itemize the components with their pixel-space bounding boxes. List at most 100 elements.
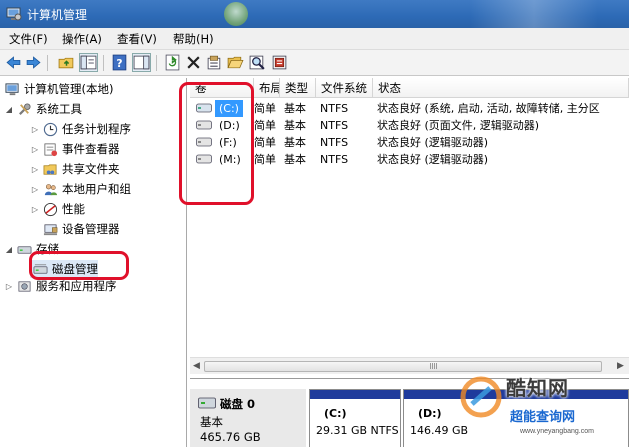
- tools-icon: [16, 101, 32, 117]
- column-header-status[interactable]: 状态: [373, 78, 629, 98]
- expand-icon[interactable]: ▷: [30, 205, 40, 214]
- partition-band: [310, 390, 400, 399]
- tree-item-performance[interactable]: ▷ 性能: [30, 200, 85, 218]
- disk-icon: [198, 397, 216, 409]
- volume-row[interactable]: (D:) 简单 基本 NTFS 状态良好 (页面文件, 逻辑驱动器): [190, 117, 629, 134]
- volume-status: 状态良好 (系统, 启动, 活动, 故障转储, 主分区: [377, 102, 600, 115]
- expand-icon[interactable]: ▷: [30, 185, 40, 194]
- partition-c[interactable]: (C:) 29.31 GB NTFS: [309, 389, 401, 447]
- expand-icon[interactable]: ▷: [30, 125, 40, 134]
- tree-item-label: 本地用户和组: [62, 182, 131, 196]
- show-hide-action-icon[interactable]: [132, 53, 151, 72]
- help-icon[interactable]: ?: [110, 53, 129, 72]
- device-manager-icon: [42, 221, 58, 237]
- menu-file[interactable]: 文件(F): [9, 31, 48, 47]
- volume-column-highlight: [179, 82, 254, 205]
- collapse-icon[interactable]: ◢: [4, 245, 14, 254]
- up-folder-icon[interactable]: [57, 53, 76, 72]
- volume-row[interactable]: (C:) 简单 基本 NTFS 状态良好 (系统, 启动, 活动, 故障转储, …: [190, 100, 629, 117]
- menu-action[interactable]: 操作(A): [62, 31, 102, 47]
- show-hide-tree-icon[interactable]: [79, 53, 98, 72]
- toolbar-separator: [156, 55, 157, 71]
- disk-name: 磁盘 0: [220, 397, 256, 411]
- tree-item-task-scheduler[interactable]: ▷ 任务计划程序: [30, 120, 131, 138]
- volume-status: 状态良好 (逻辑驱动器): [377, 153, 489, 166]
- expand-icon[interactable]: ▷: [30, 165, 40, 174]
- tree-item-shared-folders[interactable]: ▷ 共享文件夹: [30, 160, 120, 178]
- watermark-url: www.yneyangbang.com: [520, 428, 594, 435]
- delete-icon[interactable]: [184, 53, 203, 72]
- volume-layout: 简单: [254, 136, 276, 149]
- window-title: 计算机管理: [27, 8, 88, 22]
- volume-row[interactable]: (F:) 简单 基本 NTFS 状态良好 (逻辑驱动器): [190, 134, 629, 151]
- volume-type: 基本: [284, 119, 306, 132]
- svg-text:?: ?: [116, 57, 122, 70]
- open-folder-icon[interactable]: [226, 53, 245, 72]
- computer-management-icon: [4, 81, 20, 97]
- tree-item-label: 事件查看器: [62, 142, 120, 156]
- expand-icon[interactable]: ▷: [30, 145, 40, 154]
- expand-icon[interactable]: ▷: [4, 282, 14, 291]
- tree-item-system-tools[interactable]: ◢ 系统工具: [4, 100, 82, 118]
- disk-management-highlight: [29, 251, 129, 280]
- watermark-text-secondary: 超能查询网: [510, 410, 576, 425]
- tree-item-label: 任务计划程序: [62, 122, 131, 136]
- column-header-type[interactable]: 类型: [280, 78, 316, 98]
- toolbar-separator: [47, 55, 48, 71]
- volume-status: 状态良好 (页面文件, 逻辑驱动器): [377, 119, 540, 132]
- refresh-icon[interactable]: [163, 53, 182, 72]
- volume-layout: 简单: [254, 119, 276, 132]
- title-bar-glow: [470, 0, 629, 28]
- back-arrow-icon[interactable]: [4, 53, 23, 72]
- column-header-filesystem[interactable]: 文件系统: [316, 78, 373, 98]
- volume-row[interactable]: (M:) 简单 基本 NTFS 状态良好 (逻辑驱动器): [190, 151, 629, 168]
- volume-filesystem: NTFS: [320, 153, 349, 166]
- tree-item-label: 设备管理器: [62, 222, 120, 236]
- tree-item-label: 系统工具: [36, 102, 82, 116]
- tree-item-event-viewer[interactable]: ▷ 事件查看器: [30, 140, 120, 158]
- background-shield-icon: [224, 2, 248, 26]
- computer-management-window: 计算机管理 文件(F) 操作(A) 查看(V) 帮助(H) ? 计算机管理(本地…: [0, 0, 629, 447]
- menu-help[interactable]: 帮助(H): [173, 31, 214, 47]
- partition-label: (C:): [324, 407, 347, 420]
- volume-layout: 简单: [254, 102, 276, 115]
- collapse-icon[interactable]: ◢: [4, 105, 14, 114]
- volume-filesystem: NTFS: [320, 119, 349, 132]
- shared-folder-icon: [42, 161, 58, 177]
- disk-size: 465.76 GB: [200, 430, 261, 444]
- column-header-layout[interactable]: 布局: [254, 78, 280, 98]
- clock-icon: [42, 121, 58, 137]
- tree-item-label: 性能: [62, 202, 85, 216]
- toolbar: ?: [0, 50, 629, 76]
- event-log-icon: [42, 141, 58, 157]
- watermark-text-primary: 酷知网: [506, 376, 569, 400]
- partition-detail: 29.31 GB NTFS: [316, 424, 399, 437]
- help-book-icon[interactable]: [270, 53, 289, 72]
- volume-type: 基本: [284, 153, 306, 166]
- users-icon: [42, 181, 58, 197]
- tree-item-root[interactable]: 计算机管理(本地): [2, 80, 113, 98]
- search-icon[interactable]: [248, 53, 267, 72]
- tree-item-label: 共享文件夹: [62, 162, 120, 176]
- tree-item-device-manager[interactable]: 设备管理器: [30, 220, 120, 238]
- volume-type: 基本: [284, 102, 306, 115]
- volume-status: 状态良好 (逻辑驱动器): [377, 136, 489, 149]
- tree-item-local-users[interactable]: ▷ 本地用户和组: [30, 180, 131, 198]
- computer-management-icon: [6, 6, 22, 22]
- volume-filesystem: NTFS: [320, 136, 349, 149]
- services-icon: [16, 278, 32, 294]
- menu-bar: 文件(F) 操作(A) 查看(V) 帮助(H): [0, 28, 629, 50]
- volume-list-header: 卷 布局 类型 文件系统 状态: [190, 78, 629, 98]
- watermark: 酷知网 超能查询网 www.yneyangbang.com: [430, 362, 629, 447]
- watermark-logo-icon: [460, 376, 502, 418]
- menu-view[interactable]: 查看(V): [117, 31, 157, 47]
- properties-icon[interactable]: [205, 53, 224, 72]
- scroll-left-icon[interactable]: ◀: [193, 361, 200, 371]
- volume-type: 基本: [284, 136, 306, 149]
- tree-item-label: 服务和应用程序: [36, 279, 117, 293]
- forward-arrow-icon[interactable]: [24, 53, 43, 72]
- title-bar: 计算机管理: [0, 0, 629, 28]
- disk-info-panel[interactable]: 磁盘 0 基本 465.76 GB: [190, 389, 306, 447]
- toolbar-separator: [103, 55, 104, 71]
- volume-layout: 简单: [254, 153, 276, 166]
